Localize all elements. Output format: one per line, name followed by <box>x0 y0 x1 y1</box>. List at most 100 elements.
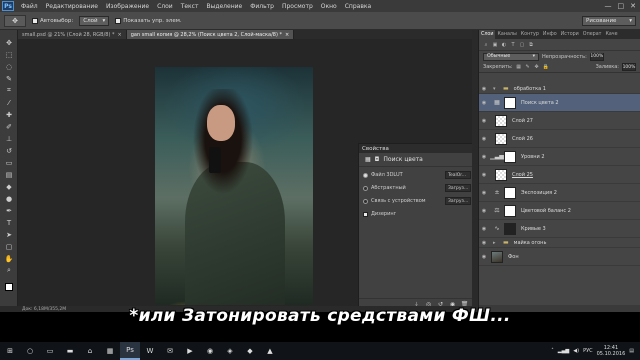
close-button[interactable]: ✕ <box>630 2 636 10</box>
filter-shape-icon[interactable]: ▢ <box>519 42 525 48</box>
maximize-button[interactable]: □ <box>618 2 625 10</box>
lut-dropdown[interactable]: TealOr... <box>445 171 471 179</box>
app-icon[interactable]: ▲ <box>260 342 280 360</box>
tab-channels[interactable]: Каналы <box>495 30 518 39</box>
hand-tool-icon[interactable]: ✋ <box>4 254 14 263</box>
document-image[interactable] <box>155 67 313 305</box>
crop-tool-icon[interactable]: ⌗ <box>4 86 14 95</box>
tab-layers[interactable]: Слои <box>479 30 496 39</box>
tab-swatches[interactable]: Каче <box>603 30 619 39</box>
show-controls-option[interactable]: Показать упр. элем. <box>115 17 182 24</box>
type-tool-icon[interactable]: T <box>4 218 14 227</box>
eye-icon[interactable]: ◉ <box>479 190 489 196</box>
lut-row-abstract[interactable]: Абстрактный Загруз... <box>363 183 471 193</box>
layer-thumbnail[interactable] <box>495 114 507 127</box>
layer-mask-thumbnail[interactable] <box>504 150 516 163</box>
shape-tool-icon[interactable]: ▢ <box>4 242 14 251</box>
menu-edit[interactable]: Редактирование <box>42 3 102 10</box>
tab-actions[interactable]: Операт <box>581 30 604 39</box>
menu-view[interactable]: Просмотр <box>278 3 317 10</box>
close-icon[interactable]: × <box>118 32 122 38</box>
fill-input[interactable]: 100% <box>622 63 636 71</box>
layer-row[interactable]: ◉ Слой 27 <box>479 112 640 130</box>
dither-option[interactable]: Дизеринг <box>363 209 471 219</box>
eye-icon[interactable]: ◉ <box>479 172 489 178</box>
move-tool-icon[interactable]: ✥ <box>4 38 14 47</box>
lock-all-icon[interactable]: 🔒 <box>543 64 549 70</box>
close-icon[interactable]: × <box>285 32 289 38</box>
history-brush-tool-icon[interactable]: ↺ <box>4 146 14 155</box>
move-tool-preset[interactable]: ✥ <box>4 14 26 27</box>
eye-icon[interactable]: ◉ <box>479 240 489 246</box>
filter-pixel-icon[interactable]: ▣ <box>492 42 498 48</box>
eye-icon[interactable]: ◉ <box>479 118 489 124</box>
layer-row[interactable]: ◉ ∿ Кривые 3 <box>479 220 640 238</box>
eye-icon[interactable]: ◉ <box>479 100 489 106</box>
tab-paths[interactable]: Контур <box>519 30 541 39</box>
opacity-input[interactable]: 100% <box>589 52 604 61</box>
tab-history[interactable]: Истори <box>559 30 581 39</box>
workspace-dropdown[interactable]: Рисование ▾ <box>582 15 636 26</box>
dither-checkbox[interactable] <box>363 211 368 217</box>
layer-row[interactable]: ◉ ▸ ▬ майка огонь <box>479 238 640 248</box>
layer-mask-thumbnail[interactable] <box>504 204 516 217</box>
layer-mask-thumbnail[interactable] <box>504 222 516 235</box>
tab-document-2[interactable]: gan small копия @ 28,2% (Поиск цвета 2, … <box>126 30 295 39</box>
layer-thumbnail[interactable] <box>491 250 503 263</box>
filter-smart-icon[interactable]: ⧉ <box>528 42 534 48</box>
radio-device-link[interactable] <box>363 198 368 204</box>
eyedropper-tool-icon[interactable]: ⁄ <box>4 98 14 107</box>
menu-select[interactable]: Выделение <box>202 3 246 10</box>
radio-abstract[interactable] <box>363 185 368 191</box>
lut-dropdown[interactable]: Загруз... <box>445 197 471 205</box>
lock-transparency-icon[interactable]: ▦ <box>516 64 522 70</box>
blend-mode-dropdown[interactable]: Обычные ▾ <box>483 52 539 61</box>
browser-icon[interactable]: ◉ <box>200 342 220 360</box>
autoselect-option[interactable]: Автовыбор: <box>32 17 73 24</box>
eye-icon[interactable]: ◉ <box>479 208 489 214</box>
search-icon[interactable]: ⌕ <box>483 42 489 48</box>
lut-dropdown[interactable]: Загруз... <box>445 184 471 192</box>
pen-tool-icon[interactable]: ✒ <box>4 206 14 215</box>
chevron-up-icon[interactable]: ˄ <box>551 348 554 354</box>
store-icon[interactable]: ⌂ <box>80 342 100 360</box>
layer-mask-thumbnail[interactable] <box>504 96 516 109</box>
lasso-tool-icon[interactable]: ◌ <box>4 62 14 71</box>
path-select-tool-icon[interactable]: ➤ <box>4 230 14 239</box>
media-player-icon[interactable]: ▶ <box>180 342 200 360</box>
menu-file[interactable]: Файл <box>17 3 42 10</box>
word-icon[interactable]: W <box>140 342 160 360</box>
filter-adjustment-icon[interactable]: ◐ <box>501 42 507 48</box>
lut-row-device-link[interactable]: Связь с устройством Загруз... <box>363 196 471 206</box>
keyboard-language[interactable]: РУС <box>583 348 593 354</box>
marquee-tool-icon[interactable]: ⬚ <box>4 50 14 59</box>
tab-document-1[interactable]: small.psd @ 21% (Слой 28, RGB/8) * × <box>18 30 127 39</box>
eye-icon[interactable]: ◉ <box>479 154 489 160</box>
lut-row-3dlut[interactable]: Файл 3DLUT TealOr... <box>363 170 471 180</box>
filter-type-icon[interactable]: T <box>510 42 516 48</box>
volume-icon[interactable]: ◀) <box>573 348 579 354</box>
mask-icon[interactable]: ◘ <box>375 156 380 163</box>
eraser-tool-icon[interactable]: ▭ <box>4 158 14 167</box>
show-controls-checkbox[interactable] <box>115 17 122 24</box>
layer-row[interactable]: ◉ Слой 26 <box>479 130 640 148</box>
minimize-button[interactable]: — <box>605 2 612 10</box>
canvas-area[interactable]: Свойства ▦ ◘ Поиск цвета Файл 3DLUT Teal… <box>18 39 475 311</box>
dodge-tool-icon[interactable]: ● <box>4 194 14 203</box>
chevron-right-icon[interactable]: ▸ <box>493 240 499 246</box>
network-icon[interactable]: ▂▄▆ <box>558 348 570 354</box>
healing-tool-icon[interactable]: ✚ <box>4 110 14 119</box>
layer-row[interactable]: ◉ ▦ Поиск цвета 2 <box>479 94 640 112</box>
lock-pixels-icon[interactable]: ✎ <box>525 64 531 70</box>
task-view-icon[interactable]: ▭ <box>40 342 60 360</box>
eye-icon[interactable]: ◉ <box>479 226 489 232</box>
gradient-tool-icon[interactable]: ▤ <box>4 170 14 179</box>
eye-icon[interactable]: ◉ <box>479 254 489 260</box>
blur-tool-icon[interactable]: ◆ <box>4 182 14 191</box>
mail-icon[interactable]: ✉ <box>160 342 180 360</box>
brush-tool-icon[interactable]: ✐ <box>4 122 14 131</box>
notifications-icon[interactable]: ▤ <box>629 348 634 354</box>
search-icon[interactable]: ○ <box>20 342 40 360</box>
layer-thumbnail[interactable] <box>495 132 507 145</box>
color-swatches-icon[interactable] <box>4 282 14 291</box>
